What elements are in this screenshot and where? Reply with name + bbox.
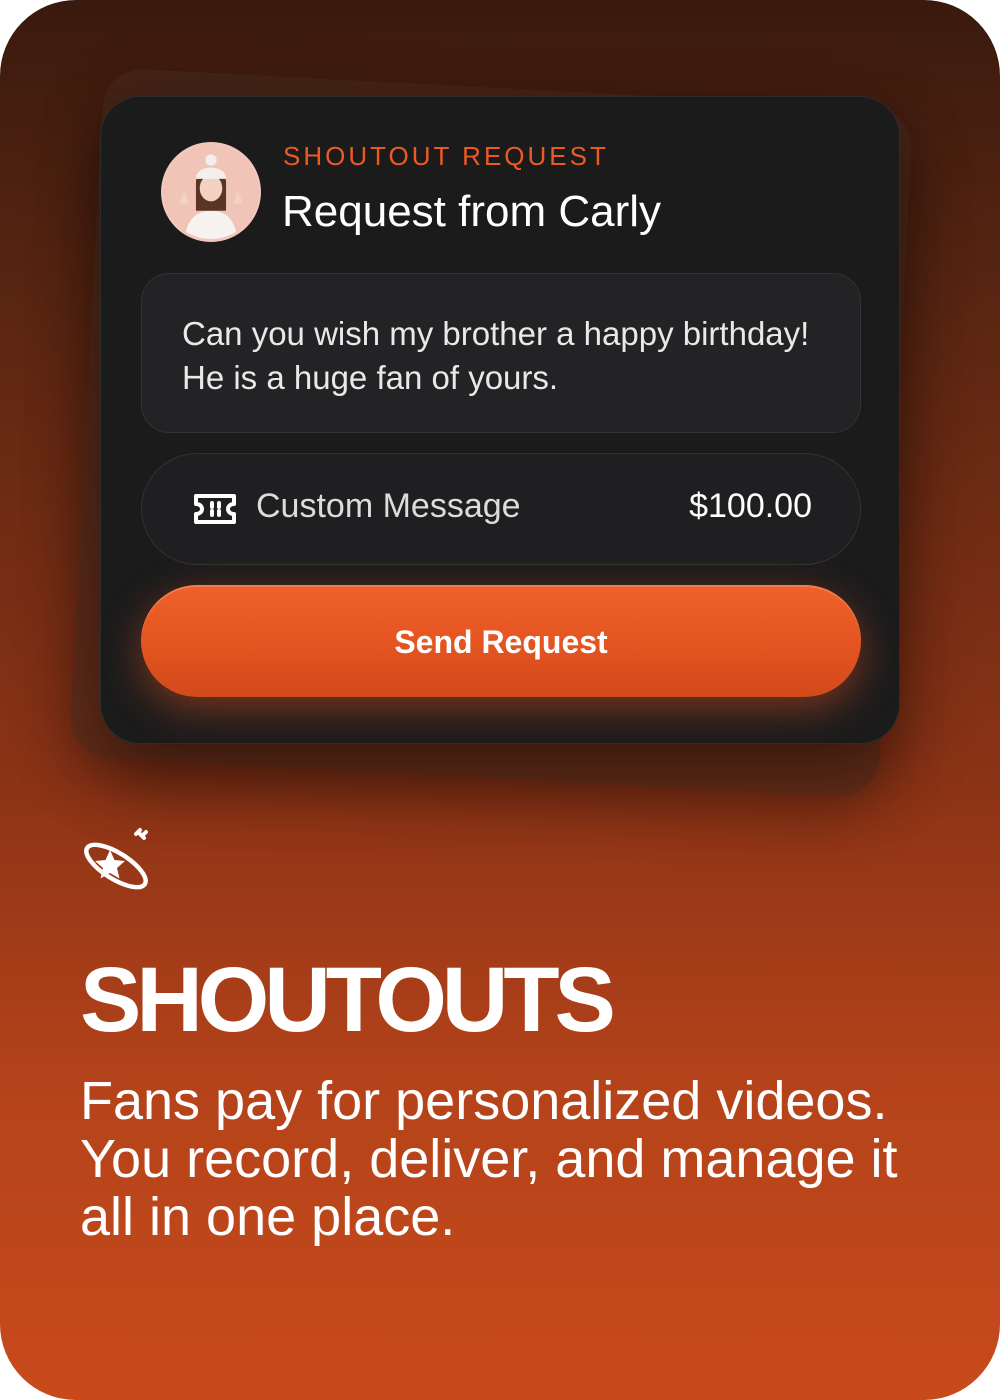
shoutouts-feature-card: SHOUTOUT REQUEST Request from Carly Can … [0, 0, 1000, 1400]
product-row[interactable]: Custom Message $100.00 [141, 453, 861, 565]
request-eyebrow: SHOUTOUT REQUEST [283, 141, 609, 171]
product-label: Custom Message [256, 487, 521, 525]
feature-title: SHOUTOUTS [80, 949, 616, 1051]
requester-avatar [161, 142, 261, 242]
request-title: Request from Carly [282, 187, 662, 236]
product-price: $100.00 [689, 487, 812, 525]
ticket-icon [194, 494, 236, 524]
request-message: Can you wish my brother a happy birthday… [141, 273, 861, 433]
avatar-illustration [164, 145, 258, 239]
feature-description: Fans pay for personalized videos. You re… [80, 1071, 898, 1247]
send-request-button[interactable]: Send Request [141, 585, 861, 697]
star-orbit-icon [84, 828, 148, 890]
request-card: SHOUTOUT REQUEST Request from Carly Can … [100, 96, 900, 744]
